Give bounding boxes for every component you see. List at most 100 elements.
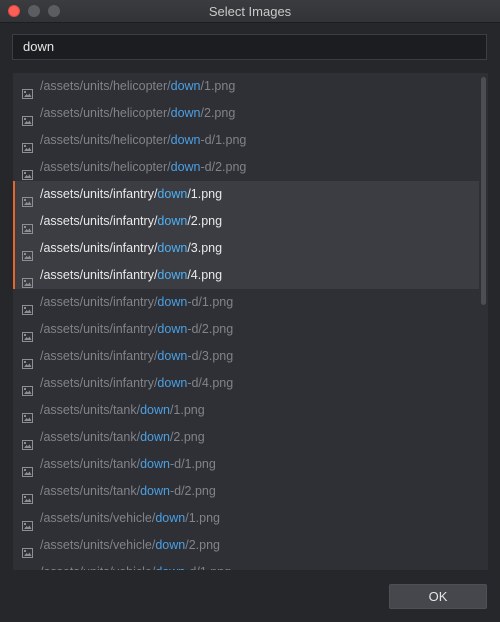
file-path: /assets/units/infantry/down-d/3.png bbox=[40, 343, 233, 370]
file-list-item[interactable]: /assets/units/vehicle/down/2.png bbox=[13, 532, 479, 559]
path-prefix: /assets/units/tank/ bbox=[40, 484, 141, 498]
file-path: /assets/units/infantry/down/4.png bbox=[40, 262, 222, 289]
file-path: /assets/units/tank/down/1.png bbox=[40, 397, 205, 424]
file-list-item[interactable]: /assets/units/vehicle/down/1.png bbox=[13, 505, 479, 532]
path-suffix: -d/2.png bbox=[169, 484, 216, 498]
file-path: /assets/units/tank/down-d/2.png bbox=[40, 478, 216, 505]
file-list-item[interactable]: /assets/units/tank/down/2.png bbox=[13, 424, 479, 451]
file-path: /assets/units/vehicle/down/2.png bbox=[40, 532, 220, 559]
image-file-icon bbox=[22, 406, 33, 423]
image-file-icon bbox=[22, 433, 33, 450]
path-suffix: -d/3.png bbox=[187, 349, 234, 363]
file-path: /assets/units/infantry/down-d/1.png bbox=[40, 289, 233, 316]
search-match-highlight: down bbox=[157, 187, 188, 201]
file-list-item[interactable]: /assets/units/tank/down-d/2.png bbox=[13, 478, 479, 505]
search-input[interactable]: down bbox=[12, 34, 487, 60]
file-list-item[interactable]: /assets/units/infantry/down/1.png bbox=[13, 181, 479, 208]
image-file-icon bbox=[22, 460, 33, 477]
path-prefix: /assets/units/tank/ bbox=[40, 430, 141, 444]
path-prefix: /assets/units/vehicle/ bbox=[40, 511, 156, 525]
file-list-item[interactable]: /assets/units/infantry/down-d/2.png bbox=[13, 316, 479, 343]
search-match-highlight: down bbox=[170, 106, 201, 120]
search-match-highlight: down bbox=[155, 565, 185, 570]
window-title: Select Images bbox=[208, 4, 292, 19]
path-prefix: /assets/units/infantry/ bbox=[40, 241, 158, 255]
path-prefix: /assets/units/infantry/ bbox=[40, 376, 158, 390]
path-prefix: /assets/units/helicopter/ bbox=[40, 106, 171, 120]
file-path: /assets/units/vehicle/down-d/1.png bbox=[40, 559, 231, 570]
search-match-highlight: down bbox=[170, 160, 201, 174]
path-suffix: -d/1.png bbox=[185, 565, 231, 570]
file-list-item[interactable]: /assets/units/infantry/down/2.png bbox=[13, 208, 479, 235]
path-prefix: /assets/units/infantry/ bbox=[40, 349, 158, 363]
image-file-icon bbox=[22, 298, 33, 315]
search-match-highlight: down bbox=[157, 268, 188, 282]
search-match-highlight: down bbox=[170, 79, 201, 93]
path-suffix: /2.png bbox=[187, 214, 223, 228]
file-list-item[interactable]: /assets/units/helicopter/down-d/1.png bbox=[13, 127, 479, 154]
file-list-item[interactable]: /assets/units/tank/down-d/1.png bbox=[13, 451, 479, 478]
image-file-icon bbox=[22, 325, 33, 342]
file-path: /assets/units/infantry/down/3.png bbox=[40, 235, 222, 262]
path-suffix: -d/1.png bbox=[187, 295, 234, 309]
path-suffix: /1.png bbox=[200, 79, 236, 93]
ok-button[interactable]: OK bbox=[389, 584, 487, 609]
file-list-item[interactable]: /assets/units/helicopter/down/1.png bbox=[13, 73, 479, 100]
file-list-item[interactable]: /assets/units/infantry/down/3.png bbox=[13, 235, 479, 262]
search-match-highlight: down bbox=[140, 430, 170, 444]
search-match-highlight: down bbox=[157, 295, 188, 309]
file-list-item[interactable]: /assets/units/helicopter/down-d/2.png bbox=[13, 154, 479, 181]
image-file-icon bbox=[22, 244, 33, 261]
path-prefix: /assets/units/infantry/ bbox=[40, 187, 158, 201]
path-prefix: /assets/units/helicopter/ bbox=[40, 133, 171, 147]
file-path: /assets/units/infantry/down/1.png bbox=[40, 181, 222, 208]
file-path: /assets/units/infantry/down/2.png bbox=[40, 208, 222, 235]
file-list-item[interactable]: /assets/units/tank/down/1.png bbox=[13, 397, 479, 424]
file-path: /assets/units/tank/down/2.png bbox=[40, 424, 205, 451]
image-file-icon bbox=[22, 190, 33, 207]
image-file-icon bbox=[22, 568, 33, 570]
image-file-icon bbox=[22, 271, 33, 288]
path-prefix: /assets/units/vehicle/ bbox=[40, 565, 155, 570]
file-path: /assets/units/helicopter/down/1.png bbox=[40, 73, 235, 100]
path-prefix: /assets/units/infantry/ bbox=[40, 295, 158, 309]
image-file-icon bbox=[22, 82, 33, 99]
path-suffix: /2.png bbox=[185, 538, 220, 552]
image-file-icon bbox=[22, 487, 33, 504]
path-prefix: /assets/units/tank/ bbox=[40, 403, 141, 417]
file-path: /assets/units/vehicle/down/1.png bbox=[40, 505, 220, 532]
file-list-item[interactable]: /assets/units/helicopter/down/2.png bbox=[13, 100, 479, 127]
search-match-highlight: down bbox=[155, 538, 186, 552]
path-prefix: /assets/units/helicopter/ bbox=[40, 79, 171, 93]
path-suffix: -d/2.png bbox=[200, 160, 247, 174]
file-list-item[interactable]: /assets/units/infantry/down-d/3.png bbox=[13, 343, 479, 370]
image-file-icon bbox=[22, 109, 33, 126]
path-suffix: /1.png bbox=[187, 187, 223, 201]
path-suffix: /1.png bbox=[169, 403, 205, 417]
path-suffix: /3.png bbox=[187, 241, 223, 255]
search-match-highlight: down bbox=[157, 376, 188, 390]
file-path: /assets/units/helicopter/down-d/2.png bbox=[40, 154, 246, 181]
path-prefix: /assets/units/tank/ bbox=[40, 457, 141, 471]
path-prefix: /assets/units/vehicle/ bbox=[40, 538, 156, 552]
path-suffix: -d/2.png bbox=[187, 322, 234, 336]
list-scrollbar[interactable] bbox=[481, 77, 486, 305]
file-list-item[interactable]: /assets/units/infantry/down-d/1.png bbox=[13, 289, 479, 316]
image-file-icon bbox=[22, 379, 33, 396]
select-images-dialog: Select Images down /assets/units/helicop… bbox=[0, 0, 500, 622]
file-path: /assets/units/helicopter/down-d/1.png bbox=[40, 127, 246, 154]
search-match-highlight: down bbox=[157, 349, 188, 363]
file-list-item[interactable]: /assets/units/vehicle/down-d/1.png bbox=[13, 559, 479, 570]
image-file-icon bbox=[22, 217, 33, 234]
path-suffix: /2.png bbox=[200, 106, 236, 120]
image-file-icon bbox=[22, 163, 33, 180]
search-match-highlight: down bbox=[170, 133, 201, 147]
path-prefix: /assets/units/infantry/ bbox=[40, 214, 158, 228]
file-list-item[interactable]: /assets/units/infantry/down/4.png bbox=[13, 262, 479, 289]
file-list[interactable]: /assets/units/helicopter/down/1.png/asse… bbox=[13, 73, 488, 570]
path-suffix: /2.png bbox=[169, 430, 205, 444]
path-prefix: /assets/units/infantry/ bbox=[40, 268, 158, 282]
image-file-icon bbox=[22, 136, 33, 153]
file-list-item[interactable]: /assets/units/infantry/down-d/4.png bbox=[13, 370, 479, 397]
search-match-highlight: down bbox=[140, 457, 170, 471]
